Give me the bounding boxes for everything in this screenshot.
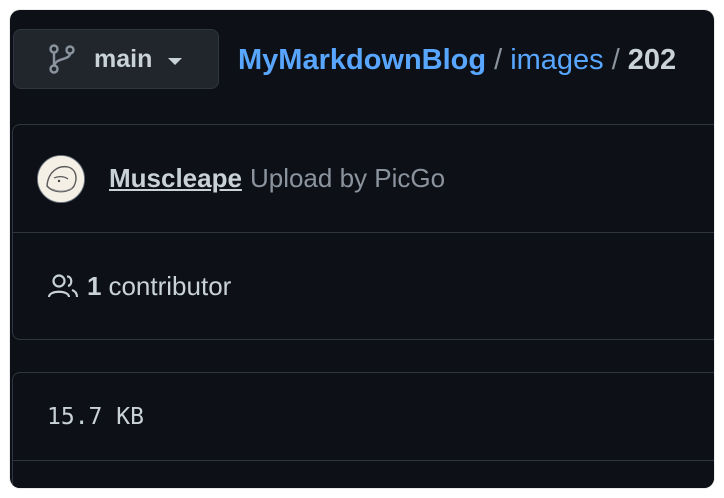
git-branch-icon bbox=[49, 44, 75, 74]
breadcrumb-separator: / bbox=[494, 43, 503, 76]
file-view-window: main MyMarkdownBlog / images / 202 Muscl… bbox=[10, 10, 714, 488]
breadcrumb: MyMarkdownBlog / images / 202 bbox=[238, 40, 676, 80]
avatar[interactable] bbox=[37, 154, 85, 203]
breadcrumb-repo-link[interactable]: MyMarkdownBlog bbox=[238, 44, 486, 77]
branch-name: main bbox=[94, 44, 153, 73]
breadcrumb-separator: / bbox=[611, 43, 620, 76]
branch-select-button[interactable]: main bbox=[13, 29, 219, 89]
latest-commit-box: Muscleape Upload by PicGo 1 contributor bbox=[12, 124, 714, 340]
file-size: 15.7 KB bbox=[47, 403, 144, 430]
chevron-down-icon bbox=[168, 57, 183, 65]
breadcrumb-current: 202 bbox=[627, 43, 677, 76]
contributor-count: 1 bbox=[87, 270, 102, 301]
breadcrumb-folder-link[interactable]: images bbox=[510, 44, 604, 77]
commit-author-link[interactable]: Muscleape bbox=[109, 163, 242, 194]
file-content-box: 15.7 KB bbox=[12, 372, 714, 488]
file-info-header: 15.7 KB bbox=[13, 373, 714, 461]
commit-message[interactable]: Upload by PicGo bbox=[250, 163, 445, 194]
latest-commit-row: Muscleape Upload by PicGo bbox=[13, 125, 714, 233]
people-icon bbox=[47, 274, 79, 298]
contributor-label: contributor bbox=[108, 270, 232, 301]
avatar-image bbox=[38, 155, 84, 202]
contributors-row[interactable]: 1 contributor bbox=[13, 233, 714, 339]
